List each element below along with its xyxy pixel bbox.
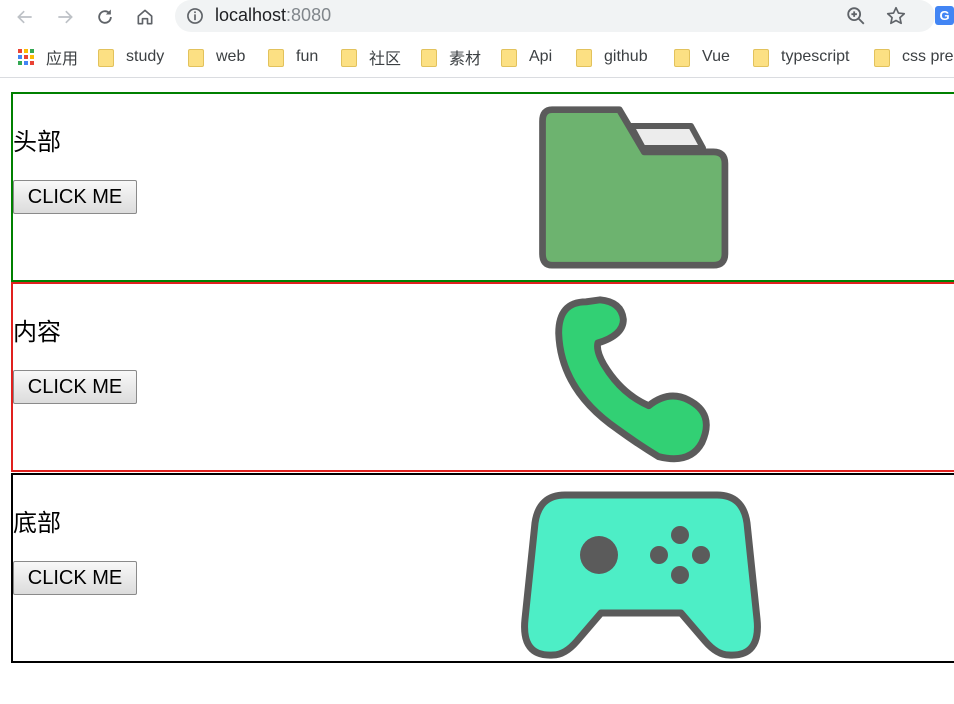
zoom-icon[interactable]: [845, 5, 867, 27]
bookmark-community[interactable]: 社区: [341, 46, 401, 68]
bookmark-web[interactable]: web: [188, 46, 245, 68]
folder-icon: [421, 49, 437, 67]
address-bar[interactable]: localhost:8080: [175, 0, 935, 32]
footer-section: 底部 CLICK ME: [11, 473, 954, 663]
section-title: 底部: [13, 510, 61, 537]
bookmark-typescript[interactable]: typescript: [753, 46, 849, 68]
reload-icon: [98, 9, 112, 24]
click-me-button[interactable]: CLICK ME: [13, 370, 137, 404]
bookmark-label: fun: [296, 48, 319, 65]
back-arrow-icon: [17, 10, 32, 24]
folder-icon: [188, 49, 204, 67]
folder-icon: [98, 49, 114, 67]
bookmark-label: 应用: [46, 51, 79, 68]
bookmark-label: 社区: [369, 51, 402, 68]
folder-icon: [874, 49, 890, 67]
back-button[interactable]: [12, 4, 38, 30]
url-host: localhost: [215, 5, 287, 25]
folder-icon: [501, 49, 517, 67]
browser-toolbar: localhost:8080 G: [0, 0, 954, 36]
phone-icon: [555, 296, 710, 463]
bookmark-label: 素材: [449, 51, 482, 68]
forward-button[interactable]: [52, 4, 78, 30]
click-me-button[interactable]: CLICK ME: [13, 180, 137, 214]
bookmark-vue[interactable]: Vue: [674, 46, 730, 68]
folder-icon: [268, 49, 284, 67]
gamepad-icon: [521, 491, 761, 659]
bookmark-label: Vue: [702, 48, 730, 65]
folder-icon: [674, 49, 690, 67]
star-icon[interactable]: [885, 5, 907, 27]
bookmark-study[interactable]: study: [98, 46, 164, 68]
bookmark-github[interactable]: github: [576, 46, 648, 68]
content-section: 内容 CLICK ME: [11, 282, 954, 472]
url-text[interactable]: localhost:8080: [215, 5, 331, 26]
bookmark-api[interactable]: Api: [501, 46, 552, 68]
folder-icon: [341, 49, 357, 67]
reload-button[interactable]: [92, 4, 118, 30]
bookmark-label: study: [126, 48, 165, 65]
url-port: :8080: [286, 5, 332, 25]
bookmark-label: github: [604, 48, 648, 65]
bookmark-assets[interactable]: 素材: [421, 46, 481, 68]
section-title: 内容: [13, 319, 61, 346]
home-icon: [137, 9, 153, 25]
forward-arrow-icon: [58, 10, 73, 24]
folder-icon: [576, 49, 592, 67]
folder-icon: [539, 106, 729, 269]
bookmark-fun[interactable]: fun: [268, 46, 318, 68]
bookmark-label: typescript: [781, 48, 850, 65]
apps-grid-icon: [18, 49, 34, 65]
bookmark-label: web: [216, 48, 246, 65]
click-me-button[interactable]: CLICK ME: [13, 561, 137, 595]
home-button[interactable]: [132, 4, 158, 30]
bookmark-label: Api: [529, 48, 553, 65]
bookmark-apps[interactable]: 应用: [18, 46, 78, 68]
bookmark-css-pre[interactable]: css pre: [874, 46, 954, 68]
site-info-icon[interactable]: [185, 6, 205, 26]
bookmark-label: css pre: [902, 48, 954, 65]
header-section: 头部 CLICK ME: [11, 92, 954, 282]
bookmarks-bar: 应用 study web fun 社区 素材 Api github Vue ty…: [0, 38, 954, 78]
section-title: 头部: [13, 129, 61, 156]
folder-icon: [753, 49, 769, 67]
translate-icon[interactable]: G: [935, 6, 954, 25]
